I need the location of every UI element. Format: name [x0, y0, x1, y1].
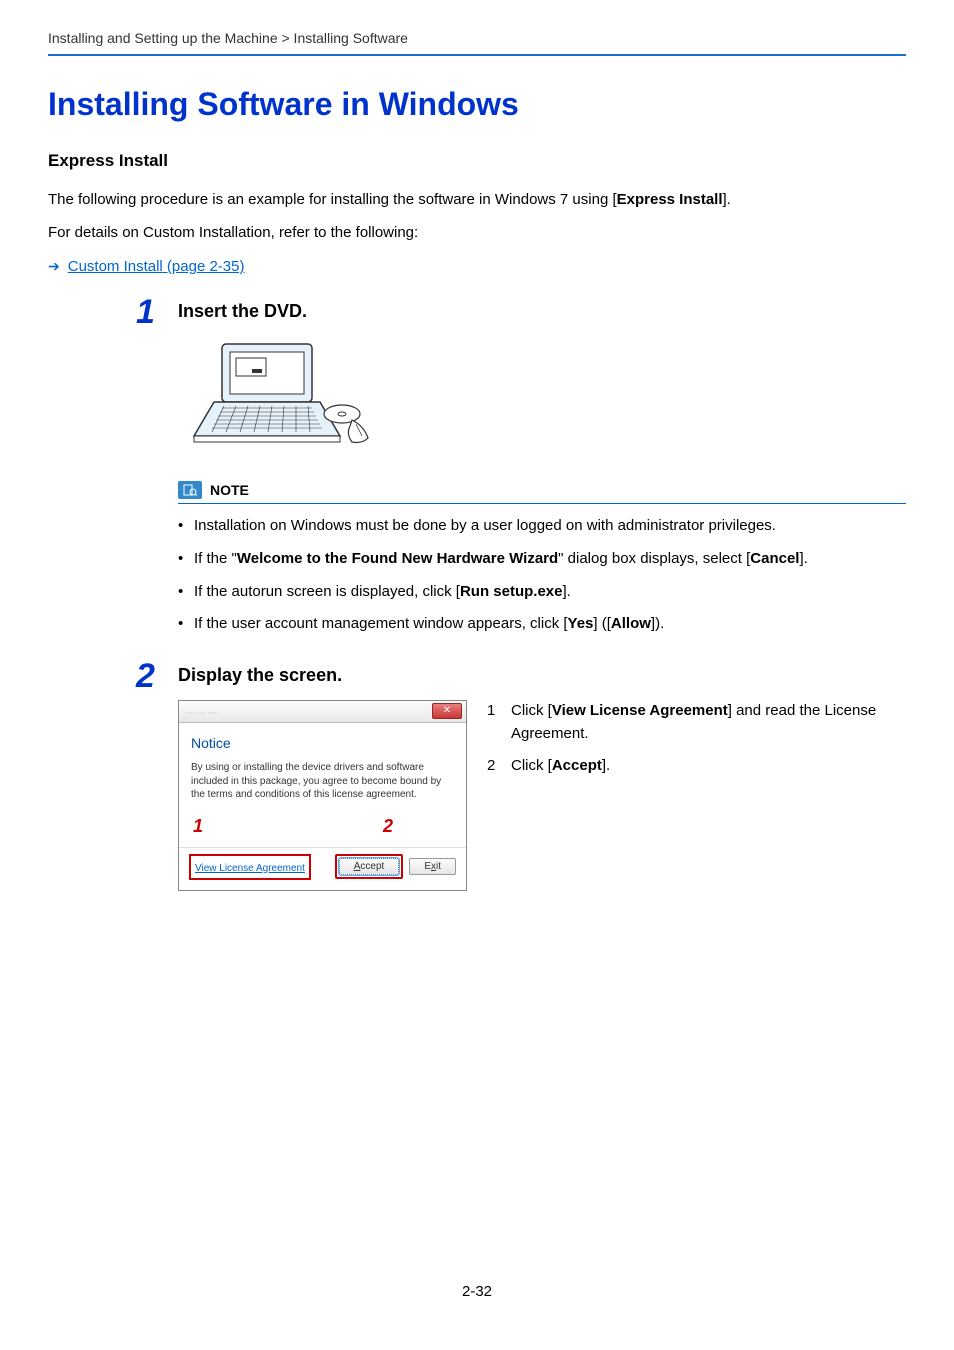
callout-highlight-1: View License Agreement — [189, 854, 311, 880]
text: Click [ — [511, 702, 552, 719]
callout-marker-2: 2 — [383, 816, 393, 837]
text: Click [ — [511, 757, 552, 774]
text: ]). — [651, 615, 664, 632]
text-bold: Run setup.exe — [460, 583, 563, 600]
text-bold: Express Install — [617, 191, 723, 208]
close-button[interactable]: ✕ — [432, 703, 462, 719]
note-icon — [178, 481, 202, 499]
step-title-2: Display the screen. — [178, 665, 906, 686]
text-bold: Yes — [568, 615, 594, 632]
text: " dialog box displays, select [ — [558, 550, 750, 567]
breadcrumb: Installing and Setting up the Machine > … — [48, 30, 906, 56]
intro-text: The following procedure is an example fo… — [48, 189, 906, 212]
laptop-dvd-illustration — [192, 336, 906, 461]
note-item: If the autorun screen is displayed, clic… — [178, 580, 906, 605]
text: The following procedure is an example fo… — [48, 191, 617, 208]
text: ]. — [602, 757, 610, 774]
view-license-agreement-link[interactable]: View License Agreement — [195, 863, 305, 874]
dialog-titlebar: — — — ✕ — [179, 701, 466, 723]
text-bold: Accept — [552, 757, 602, 774]
text: ]. — [799, 550, 807, 567]
license-dialog: — — — ✕ Notice By using or installing th… — [178, 700, 467, 891]
instruction-row: 1 Click [View License Agreement] and rea… — [487, 700, 906, 745]
note-item: If the user account management window ap… — [178, 612, 906, 637]
text: If the autorun screen is displayed, clic… — [194, 583, 460, 600]
note-item: Installation on Windows must be done by … — [178, 514, 906, 539]
step2-instructions: 1 Click [View License Agreement] and rea… — [487, 700, 906, 788]
text: ] ([ — [593, 615, 611, 632]
arrow-right-icon: ➔ — [48, 258, 60, 275]
crossref-row: ➔ Custom Install (page 2-35) — [48, 258, 906, 275]
accept-button[interactable]: Accept — [339, 858, 400, 875]
exit-button[interactable]: Exit — [409, 858, 456, 875]
note-item: If the "Welcome to the Found New Hardwar… — [178, 547, 906, 572]
note-label: NOTE — [210, 482, 249, 498]
text-bold: Allow — [611, 615, 651, 632]
callout-highlight-2: Accept — [335, 854, 404, 879]
text: ]. — [723, 191, 731, 208]
step-number-1: 1 — [136, 293, 155, 332]
text: If the " — [194, 550, 237, 567]
instruction-row: 2 Click [Accept]. — [487, 755, 906, 778]
dialog-heading: Notice — [191, 735, 454, 751]
intro-text-2: For details on Custom Installation, refe… — [48, 222, 906, 245]
instruction-number: 1 — [487, 700, 501, 745]
dialog-body-text: By using or installing the device driver… — [191, 761, 454, 802]
note-box: NOTE Installation on Windows must be don… — [178, 481, 906, 637]
step-title-1: Insert the DVD. — [178, 301, 906, 322]
step-number-2: 2 — [136, 657, 155, 696]
text-bold: Welcome to the Found New Hardware Wizard — [237, 550, 558, 567]
text-bold: Cancel — [750, 550, 799, 567]
section-heading: Express Install — [48, 151, 906, 171]
text: If the user account management window ap… — [194, 615, 568, 632]
text-bold: View License Agreement — [552, 702, 728, 719]
page-title: Installing Software in Windows — [48, 86, 906, 123]
custom-install-link[interactable]: Custom Install (page 2-35) — [68, 258, 245, 275]
text: ]. — [563, 583, 571, 600]
instruction-number: 2 — [487, 755, 501, 778]
callout-marker-1: 1 — [193, 816, 203, 837]
dialog-title-blurred: — — — — [185, 707, 217, 717]
page-number: 2-32 — [0, 1283, 954, 1300]
